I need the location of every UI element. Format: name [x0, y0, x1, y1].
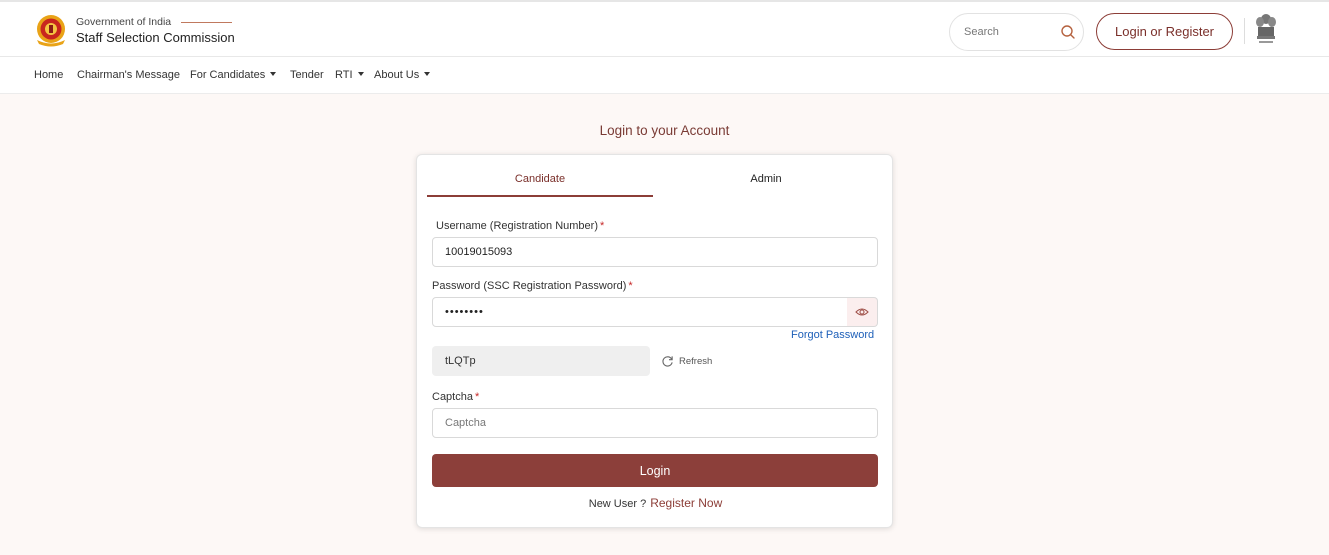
- toggle-password-visibility-button[interactable]: [847, 297, 878, 327]
- username-label-text: Username (Registration Number): [436, 220, 598, 232]
- nav-label: Home: [34, 69, 64, 81]
- nav-item-tender[interactable]: Tender: [290, 69, 324, 81]
- header-divider: [1244, 18, 1245, 44]
- password-label-text: Password (SSC Registration Password): [432, 280, 627, 292]
- nav-item-about-us[interactable]: About Us: [374, 69, 431, 81]
- new-user-row: New User ? Register Now: [417, 496, 894, 510]
- login-button[interactable]: Login: [432, 454, 878, 487]
- tab-admin[interactable]: Admin: [653, 173, 879, 185]
- national-emblem-icon: [1256, 14, 1276, 43]
- search-input[interactable]: [964, 23, 1054, 41]
- refresh-icon: [662, 355, 673, 367]
- nav-label: For Candidates: [190, 69, 266, 81]
- header-bar: Government of India Staff Selection Comm…: [0, 0, 1329, 57]
- caret-down-icon: [270, 72, 277, 77]
- captcha-text: tLQTp: [445, 355, 476, 367]
- required-mark: *: [600, 220, 605, 232]
- new-user-text: New User ?: [588, 498, 647, 510]
- caret-down-icon: [424, 72, 431, 77]
- nav-label: Tender: [290, 69, 324, 81]
- nav-item-rti[interactable]: RTI: [335, 69, 364, 81]
- page-title: Login to your Account: [599, 123, 730, 138]
- login-card: Candidate Admin Username (Registration N…: [416, 154, 893, 528]
- nav-label: About Us: [374, 69, 420, 81]
- active-tab-indicator: [427, 195, 653, 197]
- captcha-image: tLQTp: [432, 346, 650, 376]
- search-icon[interactable]: [1060, 24, 1076, 40]
- captcha-input[interactable]: [432, 408, 878, 438]
- refresh-label: Refresh: [679, 355, 713, 367]
- nav-label: RTI: [335, 69, 353, 81]
- password-input[interactable]: [432, 297, 848, 327]
- caret-down-icon: [357, 72, 364, 77]
- nav-item-home[interactable]: Home: [34, 69, 63, 81]
- refresh-captcha-button[interactable]: Refresh: [661, 352, 712, 370]
- main-nav: Home Chairman's Message For Candidates T…: [0, 57, 1329, 94]
- nav-item-for-candidates[interactable]: For Candidates: [190, 69, 277, 81]
- nav-item-chairmans-message[interactable]: Chairman's Message: [77, 69, 180, 81]
- password-label: Password (SSC Registration Password) *: [432, 280, 633, 292]
- required-mark: *: [474, 391, 480, 403]
- register-now-link[interactable]: Register Now: [650, 496, 722, 510]
- username-input[interactable]: [432, 237, 878, 267]
- forgot-password-link[interactable]: Forgot Password: [791, 329, 874, 341]
- gov-of-india-text: Government of India: [76, 16, 172, 28]
- required-mark: *: [628, 280, 633, 292]
- tab-candidate[interactable]: Candidate: [427, 173, 653, 185]
- search-box: [949, 13, 1084, 51]
- captcha-label-text: Captcha: [432, 391, 473, 403]
- captcha-label: Captcha *: [432, 391, 479, 403]
- username-label: Username (Registration Number) *: [436, 220, 604, 232]
- org-name[interactable]: Staff Selection Commission: [76, 30, 235, 45]
- ssc-emblem-icon[interactable]: [33, 12, 69, 48]
- login-register-button[interactable]: Login or Register: [1096, 13, 1233, 50]
- nav-label: Chairman's Message: [77, 69, 180, 81]
- eye-icon: [855, 308, 869, 316]
- brand-divider: [181, 22, 232, 23]
